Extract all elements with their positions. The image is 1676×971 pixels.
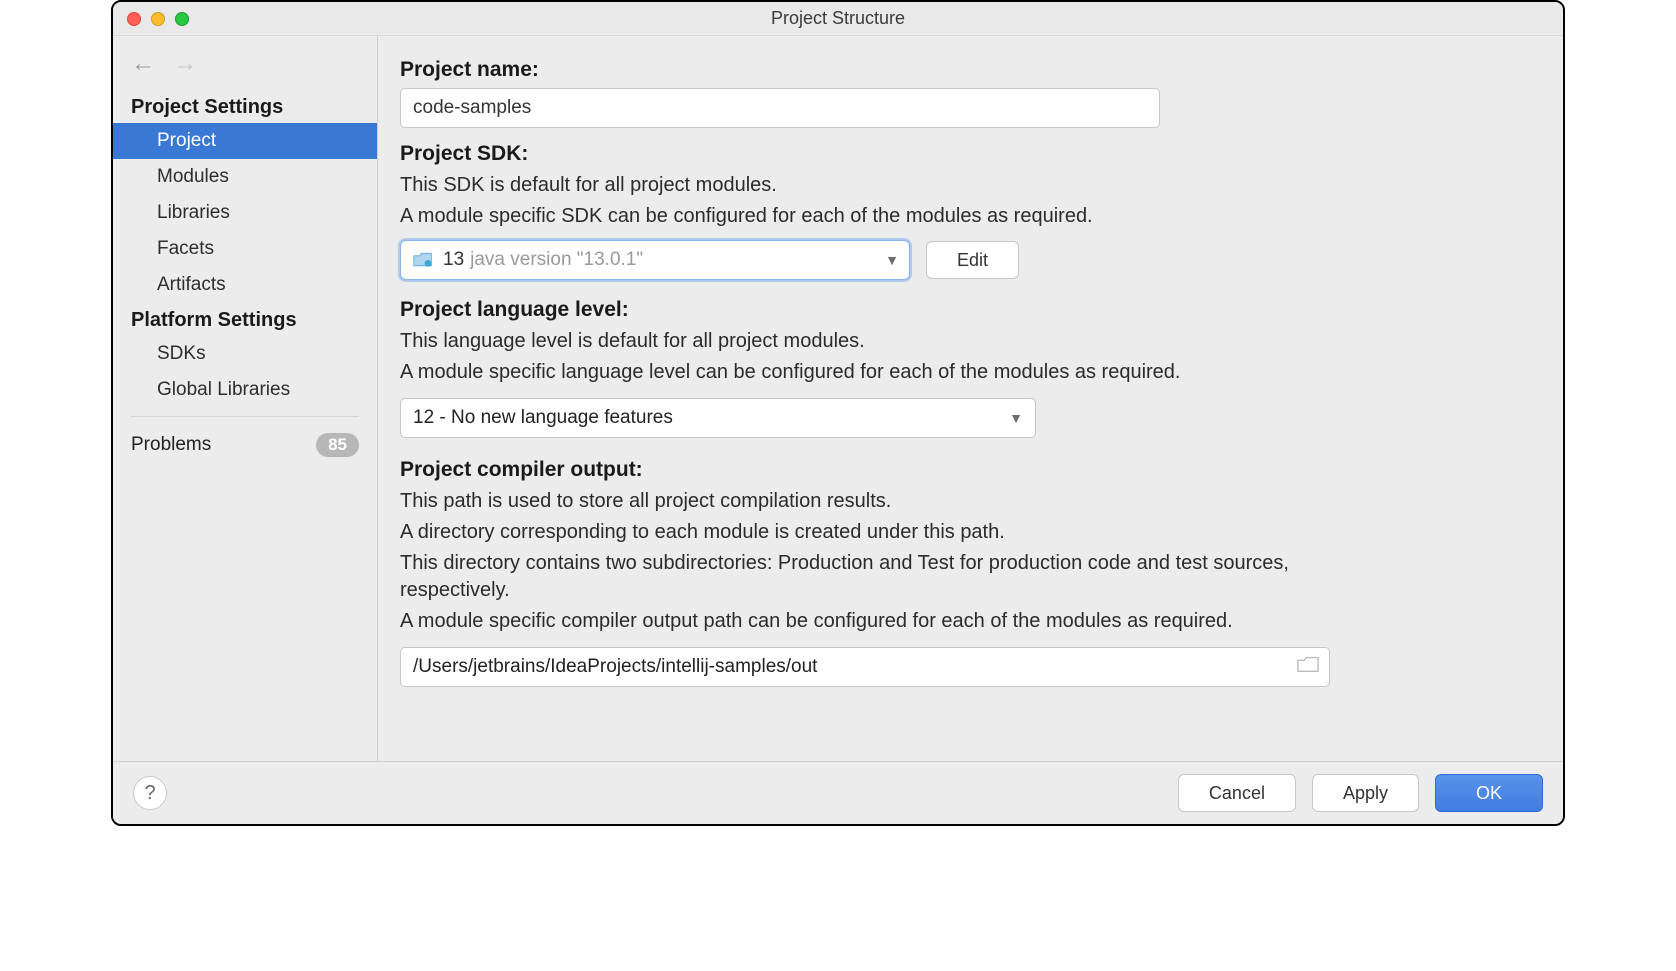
sdk-value-main: 13 (443, 249, 464, 271)
sidebar-item-modules[interactable]: Modules (113, 159, 377, 195)
compiler-output-input[interactable]: /Users/jetbrains/IdeaProjects/intellij-s… (400, 647, 1330, 687)
output-desc-2: A directory corresponding to each module… (400, 519, 1360, 546)
sdk-value-extra: java version "13.0.1" (470, 249, 643, 271)
browse-folder-icon[interactable] (1297, 655, 1319, 679)
problems-count-badge: 85 (316, 433, 359, 457)
edit-sdk-button[interactable]: Edit (926, 241, 1019, 279)
sdk-desc-1: This SDK is default for all project modu… (400, 172, 1360, 199)
sidebar: ← → Project Settings Project Modules Lib… (113, 36, 378, 761)
sdk-desc-2: A module specific SDK can be configured … (400, 203, 1360, 230)
sidebar-item-artifacts[interactable]: Artifacts (113, 267, 377, 303)
project-name-label: Project name: (400, 58, 1537, 82)
lang-desc-1: This language level is default for all p… (400, 328, 1360, 355)
ok-button[interactable]: OK (1435, 774, 1543, 812)
language-level-select[interactable]: 12 - No new language features ▼ (400, 398, 1036, 438)
sidebar-item-libraries[interactable]: Libraries (113, 195, 377, 231)
compiler-output-value: /Users/jetbrains/IdeaProjects/intellij-s… (413, 656, 817, 678)
sidebar-item-project[interactable]: Project (113, 123, 377, 159)
dialog-body: ← → Project Settings Project Modules Lib… (113, 36, 1563, 762)
window-title: Project Structure (113, 8, 1563, 29)
project-name-value: code-samples (413, 97, 531, 119)
sdk-folder-icon (413, 252, 433, 268)
chevron-down-icon: ▼ (1009, 410, 1023, 426)
back-arrow-icon[interactable]: ← (131, 52, 155, 76)
sidebar-item-facets[interactable]: Facets (113, 231, 377, 267)
help-button[interactable]: ? (133, 776, 167, 810)
forward-arrow-icon[interactable]: → (173, 52, 197, 76)
sidebar-item-global-libraries[interactable]: Global Libraries (113, 372, 377, 408)
output-desc-3: This directory contains two subdirectori… (400, 550, 1360, 604)
project-structure-dialog: Project Structure ← → Project Settings P… (111, 0, 1565, 826)
section-header-project-settings: Project Settings (113, 90, 377, 123)
project-sdk-label: Project SDK: (400, 142, 1537, 166)
nav-arrows: ← → (113, 42, 377, 90)
output-desc-1: This path is used to store all project c… (400, 488, 1360, 515)
apply-button[interactable]: Apply (1312, 774, 1419, 812)
close-window-button[interactable] (127, 12, 141, 26)
minimize-window-button[interactable] (151, 12, 165, 26)
lang-desc-2: A module specific language level can be … (400, 359, 1360, 386)
problems-label: Problems (131, 434, 211, 456)
language-level-label: Project language level: (400, 298, 1537, 322)
zoom-window-button[interactable] (175, 12, 189, 26)
dialog-footer: ? Cancel Apply OK (113, 762, 1563, 824)
section-header-platform-settings: Platform Settings (113, 303, 377, 336)
project-name-input[interactable]: code-samples (400, 88, 1160, 128)
output-desc-4: A module specific compiler output path c… (400, 608, 1360, 635)
window-controls (127, 12, 189, 26)
sidebar-item-sdks[interactable]: SDKs (113, 336, 377, 372)
compiler-output-label: Project compiler output: (400, 458, 1537, 482)
project-sdk-select[interactable]: 13 java version "13.0.1" ▼ (400, 240, 910, 280)
sidebar-divider (131, 416, 359, 417)
chevron-down-icon: ▼ (885, 252, 899, 268)
language-level-value: 12 - No new language features (413, 407, 673, 429)
sidebar-item-problems[interactable]: Problems 85 (113, 425, 377, 465)
titlebar: Project Structure (113, 2, 1563, 36)
cancel-button[interactable]: Cancel (1178, 774, 1296, 812)
main-panel: Project name: code-samples Project SDK: … (378, 36, 1563, 761)
